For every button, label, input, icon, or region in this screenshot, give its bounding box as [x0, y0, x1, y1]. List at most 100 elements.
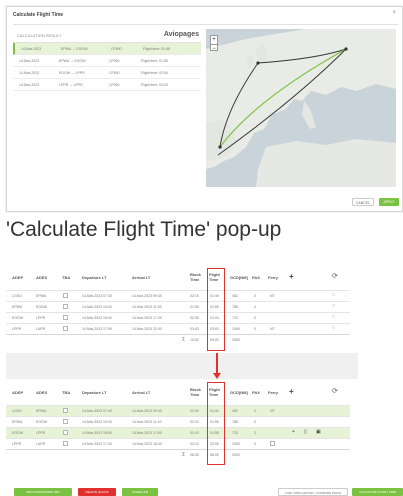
- cell-gcd: 788: [232, 420, 238, 424]
- delete-quote-button[interactable]: DELETE QUOTE: [78, 488, 116, 496]
- row-action-icon[interactable]: ○: [332, 325, 335, 331]
- leg-row[interactable]: 14-Mar-2023 EGGW → LPPR CF500 Flight tim…: [13, 67, 201, 79]
- close-icon[interactable]: ×: [392, 10, 396, 16]
- cell-arrival: 14-Mar-2023 11:10: [132, 420, 162, 424]
- col-ferry: Ferry: [268, 390, 279, 395]
- cell-departure: 14-Mar-2023 15:50: [82, 431, 112, 435]
- down-arrow-icon: [216, 353, 218, 375]
- col-block-time: Block Time: [190, 272, 201, 282]
- col-gcd: GCD[NM]: [230, 390, 248, 395]
- refresh-icon[interactable]: ⟳: [332, 272, 338, 280]
- leg-aircraft: CF500: [111, 47, 122, 51]
- cell-arrival: 14-Mar-2023 09:45: [132, 294, 162, 298]
- find-subcharter-button[interactable]: FIND SUBCHARTER / COMPARE PRICE: [278, 488, 348, 496]
- leg-route: EGGW → LPPR: [59, 71, 85, 75]
- leg-info: Flight time: 01:55: [141, 59, 168, 63]
- copy-icon[interactable]: ▯: [304, 429, 307, 435]
- col-pax: PAX: [252, 275, 260, 280]
- total-gcd: 3090: [232, 453, 240, 457]
- cell-ades: LPPR: [36, 431, 46, 435]
- cell-adep: EPWA: [12, 420, 23, 424]
- tba-checkbox[interactable]: [63, 326, 68, 331]
- leg-route: EPWA → EGGW: [61, 47, 88, 51]
- table-row: LGSO EPWA 14-Mar-2023 07:40 14-Mar-2023 …: [6, 405, 350, 416]
- zoom-in-icon[interactable]: +: [211, 36, 217, 44]
- flights-table-after: ADEP ADES TBA Departure LT Arrival LT Bl…: [6, 375, 350, 460]
- cell-ades: LPPR: [36, 316, 46, 320]
- cell-ades: EPWA: [36, 409, 47, 413]
- table-row: LGSO EPWA 14-Mar-2023 07:30 14-Mar-2023 …: [6, 290, 350, 301]
- row-action-icon[interactable]: ○: [332, 314, 335, 320]
- total-block-time: 08:30: [190, 453, 199, 457]
- cell-arrival: 14-Mar-2023 17:05: [132, 316, 162, 320]
- legs-header: CALCULATION RESULT Aviopages: [13, 29, 201, 43]
- leg-row[interactable]: 14-Mar-2023 EPWA → EGGW CF500 Flight tim…: [13, 55, 201, 67]
- plus-icon[interactable]: +: [289, 387, 294, 396]
- cell-departure: 14-Mar-2023 07:30: [82, 294, 112, 298]
- flights-table-before: ADEP ADES TBA Departure LT Arrival LT Bl…: [6, 260, 350, 345]
- cell-departure: 14-Mar-2023 10:00: [82, 420, 112, 424]
- leg-aircraft: CF500: [109, 59, 120, 63]
- col-ades: ADES: [36, 275, 48, 280]
- tba-checkbox[interactable]: [63, 430, 68, 435]
- route-map[interactable]: + −: [206, 29, 396, 187]
- cancel-button[interactable]: CANCEL: [352, 198, 374, 206]
- row-action-icon[interactable]: ○: [332, 303, 335, 309]
- cell-gcd: 1090: [232, 442, 240, 446]
- plus-icon[interactable]: +: [292, 429, 295, 435]
- table-row: EGGW LPPR 14-Mar-2023 15:50 14-Mar-2023 …: [6, 427, 350, 438]
- cell-ades: LAPR: [36, 327, 46, 331]
- flight-time-highlight: [207, 268, 225, 351]
- schedule-button[interactable]: SCHEDULE: [122, 488, 158, 496]
- table-row: LPPR LAPR 14-Mar-2023 17:40 14-Mar-2023 …: [6, 438, 350, 449]
- refresh-icon[interactable]: ⟳: [332, 387, 338, 395]
- leg-route: EPWA → EGGW: [59, 59, 86, 63]
- apply-button[interactable]: APPLY: [379, 198, 399, 206]
- cell-pax: 2: [254, 316, 256, 320]
- cell-ades: LAPR: [36, 442, 46, 446]
- leg-row[interactable]: 14-Mar-2023 LPPR → LPPR CF500 Flight tim…: [13, 79, 201, 91]
- row-action-icon[interactable]: ○: [332, 292, 335, 298]
- cell-gcd: 482: [232, 294, 238, 298]
- cell-pax: 0: [254, 294, 256, 298]
- tba-checkbox[interactable]: [63, 315, 68, 320]
- cell-ades: EGGW: [36, 420, 48, 424]
- cell-arrival: 14-Mar-2023 09:40: [132, 409, 162, 413]
- calculate-flight-time-button[interactable]: CALCULATE FLIGHT TIME: [352, 488, 403, 496]
- tba-checkbox[interactable]: [63, 293, 68, 298]
- cell-pax: 0: [254, 409, 256, 413]
- col-pax: PAX: [252, 390, 260, 395]
- table-row: EGGW LPPR 14-Mar-2023 15:00 14-Mar-2023 …: [6, 312, 350, 323]
- cell-ferry: NT: [270, 409, 275, 413]
- cell-arrival: 14-Mar-2023 11:55: [132, 305, 162, 309]
- totals-row: Σ 10:53 09:20 3090: [6, 334, 350, 345]
- cell-block-time: 02:05: [190, 316, 199, 320]
- tba-checkbox[interactable]: [63, 408, 68, 413]
- ferry-checkbox[interactable]: [270, 441, 275, 446]
- col-tba: TBA: [62, 390, 71, 395]
- plus-icon[interactable]: +: [289, 272, 294, 281]
- cell-departure: 14-Mar-2023 10:00: [82, 305, 112, 309]
- settings-icon[interactable]: ▣: [316, 429, 321, 435]
- cell-gcd: 482: [232, 409, 238, 413]
- add-positioning-leg-button[interactable]: ADD POSITIONING LEG: [14, 488, 72, 496]
- cell-pax: 4: [254, 305, 256, 309]
- sum-icon: Σ: [182, 452, 186, 458]
- tba-checkbox[interactable]: [63, 441, 68, 446]
- cell-block-time: 02:00: [190, 409, 199, 413]
- cell-ades: EPWA: [36, 294, 47, 298]
- cell-gcd: 788: [232, 305, 238, 309]
- cell-block-time: 01:55: [190, 305, 199, 309]
- total-block-time: 10:53: [190, 338, 199, 342]
- tba-checkbox[interactable]: [63, 304, 68, 309]
- leg-aircraft: CF500: [109, 83, 120, 87]
- cell-departure: 14-Mar-2023 17:55: [82, 327, 112, 331]
- table-header: ADEP ADES TBA Departure LT Arrival LT Bl…: [6, 375, 350, 405]
- totals-row: Σ 08:30 08:05 3090: [6, 449, 350, 460]
- cell-adep: LGSO: [12, 294, 22, 298]
- zoom-out-icon[interactable]: −: [211, 44, 217, 52]
- leg-aircraft: CF500: [109, 71, 120, 75]
- popup-body: CALCULATION RESULT Aviopages 14-Mar-2023…: [13, 24, 398, 192]
- tba-checkbox[interactable]: [63, 419, 68, 424]
- leg-row[interactable]: 14-Mar-2023 EPWA → EGGW CF500 Flight tim…: [13, 43, 201, 55]
